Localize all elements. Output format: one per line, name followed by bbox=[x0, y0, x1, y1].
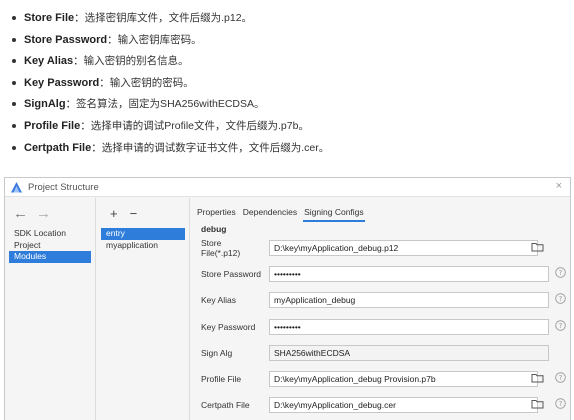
sidebar-item-sdk-location[interactable]: SDK Location bbox=[5, 228, 95, 240]
help-icon[interactable]: ? bbox=[555, 293, 566, 305]
certpath-file-row: Certpath File D:\key\myApplication_debug… bbox=[191, 392, 570, 418]
settings-tabs: Properties Dependencies Signing Configs bbox=[191, 198, 570, 222]
item-desc: ：输入密钥的密码。 bbox=[99, 76, 194, 89]
item-term: Profile File bbox=[24, 119, 81, 132]
settings-category-panel: ← → SDK Location Project Modules bbox=[5, 198, 96, 420]
help-icon[interactable]: ? bbox=[555, 267, 566, 278]
svg-text:?: ? bbox=[559, 322, 563, 330]
sign-alg-label: Sign Alg bbox=[201, 347, 233, 358]
sidebar-item-modules[interactable]: Modules bbox=[9, 251, 91, 263]
item-desc: ：选择申请的调试数字证书文件，文件后缀为.cer。 bbox=[91, 141, 330, 154]
sign-alg-row: Sign Alg SHA256withECDSA bbox=[191, 340, 570, 366]
project-structure-dialog: Project Structure × ← → SDK Location Pro… bbox=[4, 177, 571, 420]
list-item: Certpath File：选择申请的调试数字证书文件，文件后缀为.cer。 bbox=[10, 138, 574, 160]
item-desc: ：签名算法，固定为SHA256withECDSA。 bbox=[65, 98, 265, 111]
item-desc: ：输入密钥库密码。 bbox=[107, 33, 202, 46]
list-item: SignAlg：签名算法，固定为SHA256withECDSA。 bbox=[10, 94, 574, 116]
list-item: Profile File：选择申请的调试Profile文件，文件后缀为.p7b。 bbox=[10, 116, 574, 138]
list-item: Key Alias：输入密钥的别名信息。 bbox=[10, 51, 574, 73]
store-password-row: Store Password ••••••••• ? bbox=[191, 261, 570, 287]
profile-file-row: Profile File D:\key\myApplication_debug … bbox=[191, 366, 570, 392]
sidebar-item-project[interactable]: Project bbox=[5, 240, 95, 252]
folder-icon[interactable] bbox=[531, 398, 544, 409]
key-password-label: Key Password bbox=[201, 321, 256, 332]
item-desc: ：选择申请的调试Profile文件，文件后缀为.p7b。 bbox=[80, 119, 309, 132]
store-file-field[interactable]: D:\key\myApplication_debug.p12 bbox=[269, 240, 538, 257]
signing-config-name: debug bbox=[201, 224, 227, 234]
item-term: Key Password bbox=[24, 76, 100, 89]
item-term: Certpath File bbox=[24, 141, 92, 154]
field-description-list: Store File：选择密钥库文件，文件后缀为.p12。 Store Pass… bbox=[0, 0, 574, 159]
remove-module-button[interactable]: − bbox=[130, 206, 138, 221]
profile-file-field[interactable]: D:\key\myApplication_debug Provision.p7b bbox=[269, 371, 538, 388]
dialog-titlebar: Project Structure × bbox=[5, 178, 570, 197]
list-item: Store File：选择密钥库文件，文件后缀为.p12。 bbox=[10, 8, 574, 30]
module-item-entry[interactable]: entry bbox=[101, 228, 185, 240]
help-icon[interactable]: ? bbox=[555, 398, 566, 409]
item-term: Store Password bbox=[24, 33, 108, 46]
folder-icon[interactable] bbox=[531, 372, 544, 383]
project-structure-icon bbox=[10, 181, 23, 194]
dialog-title: Project Structure bbox=[28, 181, 99, 193]
forward-arrow-icon[interactable]: → bbox=[36, 205, 51, 222]
item-desc: ：选择密钥库文件，文件后缀为.p12。 bbox=[74, 12, 253, 24]
store-password-field[interactable]: ••••••••• bbox=[269, 266, 549, 283]
svg-text:?: ? bbox=[559, 296, 563, 304]
item-desc: ：输入密钥的别名信息。 bbox=[73, 55, 189, 68]
certpath-file-field[interactable]: D:\key\myApplication_debug.cer bbox=[269, 397, 538, 414]
back-arrow-icon[interactable]: ← bbox=[13, 205, 28, 222]
svg-text:?: ? bbox=[559, 374, 563, 382]
module-list-panel: + − entry myapplication bbox=[97, 198, 190, 420]
module-toolbar: + − bbox=[97, 198, 189, 228]
nav-arrows: ← → bbox=[5, 198, 95, 228]
key-password-row: Key Password ••••••••• ? bbox=[191, 314, 570, 340]
key-password-field[interactable]: ••••••••• bbox=[269, 318, 549, 335]
store-file-label: Store File(*.p12) bbox=[201, 238, 241, 259]
tab-signing-configs[interactable]: Signing Configs bbox=[303, 207, 365, 222]
certpath-file-label: Certpath File bbox=[201, 400, 250, 411]
item-term: Store File bbox=[24, 12, 75, 24]
sign-alg-field: SHA256withECDSA bbox=[269, 344, 549, 361]
help-icon[interactable]: ? bbox=[555, 372, 566, 383]
add-module-button[interactable]: + bbox=[110, 206, 118, 221]
module-settings-panel: Properties Dependencies Signing Configs … bbox=[191, 198, 570, 420]
profile-file-label: Profile File bbox=[201, 374, 242, 385]
item-term: Key Alias bbox=[24, 55, 74, 68]
key-alias-row: Key Alias myApplication_debug ? bbox=[191, 287, 570, 313]
store-file-row: Store File(*.p12) D:\key\myApplication_d… bbox=[191, 235, 570, 261]
store-password-label: Store Password bbox=[201, 269, 261, 280]
tab-dependencies[interactable]: Dependencies bbox=[242, 207, 298, 222]
list-item: Key Password：输入密钥的密码。 bbox=[10, 73, 574, 95]
tab-properties[interactable]: Properties bbox=[196, 207, 237, 222]
folder-icon[interactable] bbox=[531, 241, 544, 252]
key-alias-field[interactable]: myApplication_debug bbox=[269, 292, 549, 309]
svg-text:?: ? bbox=[559, 269, 563, 277]
module-item-myapplication[interactable]: myapplication bbox=[97, 240, 189, 252]
help-icon[interactable]: ? bbox=[555, 319, 566, 331]
close-icon[interactable]: × bbox=[556, 180, 562, 192]
list-item: Store Password：输入密钥库密码。 bbox=[10, 30, 574, 52]
item-term: SignAlg bbox=[24, 98, 66, 111]
dialog-body: ← → SDK Location Project Modules + − ent… bbox=[5, 198, 570, 420]
svg-text:?: ? bbox=[559, 400, 563, 408]
key-alias-label: Key Alias bbox=[201, 295, 236, 306]
